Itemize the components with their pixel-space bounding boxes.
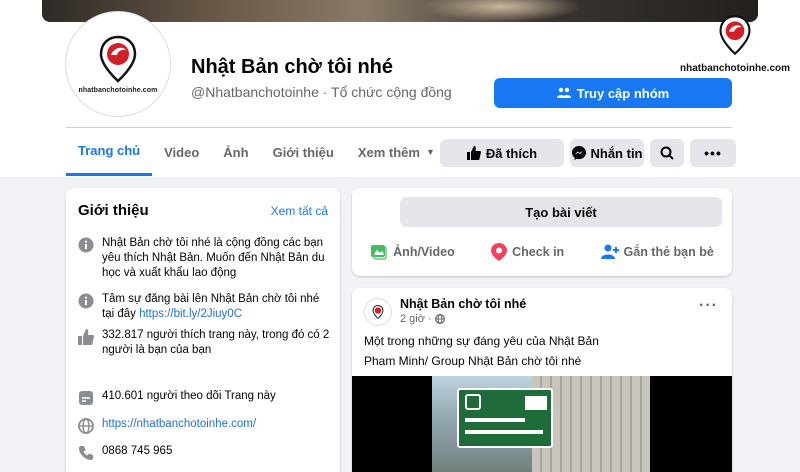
tab-home-label: Trang chủ	[78, 143, 141, 158]
intro-description: Nhật Bản chờ tôi nhé là cộng đồng các bạ…	[102, 237, 325, 279]
liked-label: Đã thích	[485, 145, 538, 161]
info-icon	[78, 293, 94, 309]
globe-icon	[78, 418, 94, 434]
watermark-site-text: nhatbanchotoinhe.com	[680, 63, 790, 74]
post-timestamp-row: 2 giờ ·	[400, 313, 445, 325]
caret-down-icon: ▼	[425, 147, 435, 157]
tag-friends-button[interactable]: Gắn thẻ bạn bè	[600, 244, 714, 260]
visit-group-label: Truy cập nhóm	[576, 85, 670, 101]
search-icon	[660, 146, 674, 160]
map-pin-logo-icon	[372, 305, 384, 319]
message-button[interactable]: Nhắn tin	[570, 139, 644, 167]
intro-followers: 410.601 người theo dõi Trang này	[102, 390, 276, 402]
post-card: Nhật Bản chờ tôi nhé 2 giờ · ··· Một tro…	[352, 288, 732, 472]
road-sign	[457, 388, 553, 448]
more-options-button[interactable]: •••	[690, 139, 736, 167]
tab-more-label: Xem thêm	[357, 144, 420, 160]
intro-phone[interactable]: 0868 745 965	[102, 444, 172, 461]
globe-icon	[434, 314, 445, 324]
create-post-button[interactable]: Tạo bài viết	[400, 197, 722, 227]
map-pin-logo-icon	[719, 15, 751, 56]
road-sign-line	[465, 418, 525, 422]
thumbs-up-icon	[78, 329, 94, 345]
tab-more[interactable]: Xem thêm ▼	[346, 128, 447, 176]
intro-card: Giới thiệu Xem tất cả Nhật Bản chờ tôi n…	[66, 188, 340, 472]
tab-video-label: Video	[164, 144, 200, 160]
composer-actions: Ảnh/Video Check in Gắn thẻ bạn bè	[352, 237, 732, 267]
check-in-button[interactable]: Check in	[491, 243, 564, 261]
intro-share-text-block: Tâm sự đăng bài lên Nhật Bản chờ tôi nhé…	[102, 292, 330, 322]
post-text-line1: Một trong những sự đáng yêu của Nhật Bản	[364, 334, 599, 348]
intro-website-row: https://nhatbanchotoinhe.com/	[78, 417, 330, 434]
more-dots-icon: •••	[704, 145, 722, 161]
messenger-icon	[571, 146, 586, 160]
tag-friends-icon	[600, 244, 619, 259]
search-button[interactable]	[650, 139, 684, 167]
location-pin-icon	[491, 243, 508, 261]
tab-about[interactable]: Giới thiệu	[261, 128, 346, 176]
map-pin-logo-icon	[99, 35, 137, 83]
post-more-options-icon[interactable]: ···	[699, 297, 718, 315]
followers-icon	[79, 391, 93, 405]
cover-photo[interactable]	[42, 0, 758, 22]
thumbs-up-icon	[466, 146, 481, 160]
website-link[interactable]: https://nhatbanchotoinhe.com/	[102, 417, 256, 434]
composer-card: Tạo bài viết Ảnh/Video Check in Gắn thẻ	[352, 188, 732, 276]
page-avatar[interactable]: nhatbanchotoinhe.com	[66, 12, 170, 116]
intro-likes-row: 332.817 người thích trang này, trong đó …	[78, 328, 330, 358]
see-all-link[interactable]: Xem tất cả	[271, 204, 328, 218]
page-handle-category: @Nhatbanchotoinhe · Tổ chức cộng đồng	[191, 84, 452, 100]
info-icon	[78, 237, 94, 253]
photo-video-button[interactable]: Ảnh/Video	[370, 243, 455, 261]
tab-photos[interactable]: Ảnh	[211, 128, 260, 176]
road-sign-line	[465, 430, 543, 434]
road-sign-plate	[525, 396, 547, 410]
tab-home[interactable]: Trang chủ	[66, 128, 153, 176]
visit-group-button[interactable]: Truy cập nhóm	[494, 78, 732, 108]
intro-title: Giới thiệu	[78, 202, 149, 219]
photo-icon	[371, 245, 387, 260]
tab-about-label: Giới thiệu	[272, 144, 334, 160]
phone-icon	[79, 446, 93, 460]
post-author-avatar[interactable]	[364, 298, 392, 326]
post-text-line2: Pham Minh/ Group Nhật Bản chờ tôi nhé	[364, 354, 582, 368]
intro-phone-row: 0868 745 965	[78, 444, 330, 461]
check-in-label: Check in	[512, 245, 565, 259]
intro-share-row: Tâm sự đăng bài lên Nhật Bản chờ tôi nhé…	[78, 292, 330, 322]
page-actions: Đã thích Nhắn tin •••	[440, 139, 736, 167]
group-icon	[556, 87, 571, 98]
message-label: Nhắn tin	[590, 145, 643, 161]
post-video[interactable]	[352, 376, 732, 472]
watermark: nhatbanchotoinhe.com	[680, 14, 790, 74]
tab-video[interactable]: Video	[152, 128, 211, 176]
liked-button[interactable]: Đã thích	[440, 139, 564, 167]
tab-photos-label: Ảnh	[223, 144, 249, 160]
intro-likes: 332.817 người thích trang này, trong đó …	[102, 329, 330, 356]
avatar-site-text: nhatbanchotoinhe.com	[78, 86, 158, 94]
tag-friends-label: Gắn thẻ bạn bè	[623, 245, 714, 259]
post-author-name[interactable]: Nhật Bản chờ tôi nhé	[400, 297, 526, 311]
post-time[interactable]: 2 giờ ·	[400, 313, 432, 325]
photo-video-label: Ảnh/Video	[393, 245, 455, 259]
page-tabs: Trang chủ Video Ảnh Giới thiệu Xem thêm ▼	[66, 128, 447, 176]
intro-description-row: Nhật Bản chờ tôi nhé là cộng đồng các bạ…	[78, 236, 330, 281]
road-sign-number	[465, 394, 481, 410]
intro-followers-row: 410.601 người theo dõi Trang này	[78, 389, 330, 406]
share-link[interactable]: https://bit.ly/2Jiuy0C	[139, 308, 242, 320]
page-title[interactable]: Nhật Bản chờ tôi nhé	[191, 56, 393, 79]
